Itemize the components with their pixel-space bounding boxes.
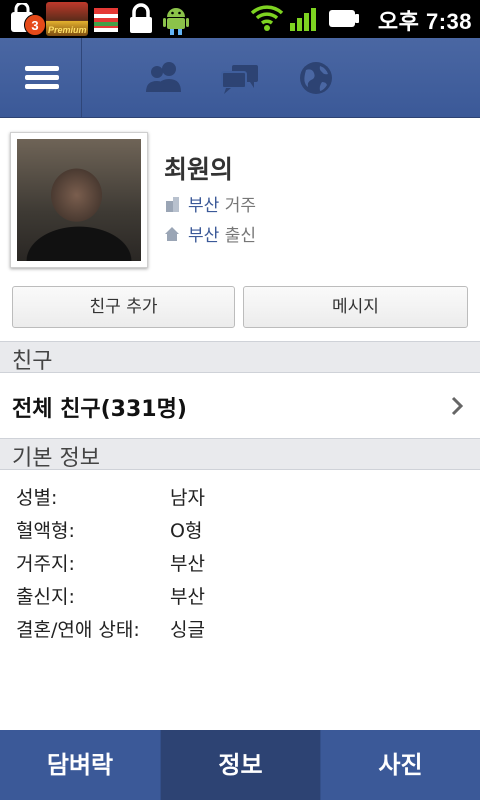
chevron-right-icon [446, 394, 468, 418]
lock-icon [126, 3, 158, 35]
basic-info-section-title: 기본 정보 [12, 446, 100, 471]
lives-in-suffix: 거주 [224, 196, 256, 216]
battery-icon [326, 3, 362, 35]
tab-photos[interactable]: 사진 [320, 730, 480, 800]
hometown-city[interactable]: 부산 [188, 226, 219, 246]
signal-icon [288, 3, 322, 35]
tab-wall[interactable]: 담벼락 [0, 730, 160, 800]
hometown-line: 부산 출신 [164, 221, 256, 246]
home-icon [164, 226, 180, 242]
info-key: 출신지: [16, 586, 75, 608]
calendar-icon [92, 3, 124, 35]
friends-section-title: 친구 [12, 349, 53, 374]
info-key: 결혼/연애 상태: [16, 619, 140, 641]
info-key: 혈액형: [16, 520, 75, 542]
all-friends-label: 전체 친구(331명) [12, 397, 187, 422]
globe-icon[interactable] [294, 56, 338, 100]
wifi-icon [250, 3, 284, 35]
status-bar: 3 Premium 오후 7:38 [0, 0, 480, 38]
game-app-icon: Premium [46, 2, 88, 36]
info-key: 성별: [16, 487, 58, 509]
building-icon [164, 196, 180, 212]
top-nav-bar [0, 38, 480, 118]
profile-name: 최원의 [164, 155, 234, 184]
tab-info[interactable]: 정보 [160, 730, 320, 800]
status-time: 오후 7:38 [377, 9, 472, 34]
notification-count-badge: 3 [24, 14, 46, 36]
info-value: 남자 [170, 487, 205, 509]
basic-info-section-header: 기본 정보 [0, 438, 480, 471]
info-value: 부산 [170, 553, 205, 575]
bottom-tab-bar: 담벼락 정보 사진 [0, 730, 480, 800]
menu-button[interactable] [0, 38, 82, 117]
info-value: 부산 [170, 586, 205, 608]
friends-icon[interactable] [142, 56, 186, 100]
lives-in-line: 부산 거주 [164, 191, 256, 216]
info-value: 싱글 [170, 619, 205, 641]
info-key: 거주지: [16, 553, 75, 575]
friends-section-header: 친구 [0, 341, 480, 374]
lives-in-city[interactable]: 부산 [188, 196, 219, 216]
profile-photo[interactable] [10, 132, 148, 268]
message-button[interactable]: 메시지 [243, 286, 468, 328]
all-friends-row[interactable]: 전체 친구(331명) [0, 374, 480, 438]
info-value: O형 [170, 520, 203, 542]
hometown-suffix: 출신 [224, 226, 256, 246]
add-friend-button[interactable]: 친구 추가 [12, 286, 235, 328]
profile-photo-image [17, 139, 141, 261]
game-badge-label: Premium [48, 25, 87, 35]
android-icon [160, 3, 192, 35]
messages-icon[interactable] [218, 56, 262, 100]
